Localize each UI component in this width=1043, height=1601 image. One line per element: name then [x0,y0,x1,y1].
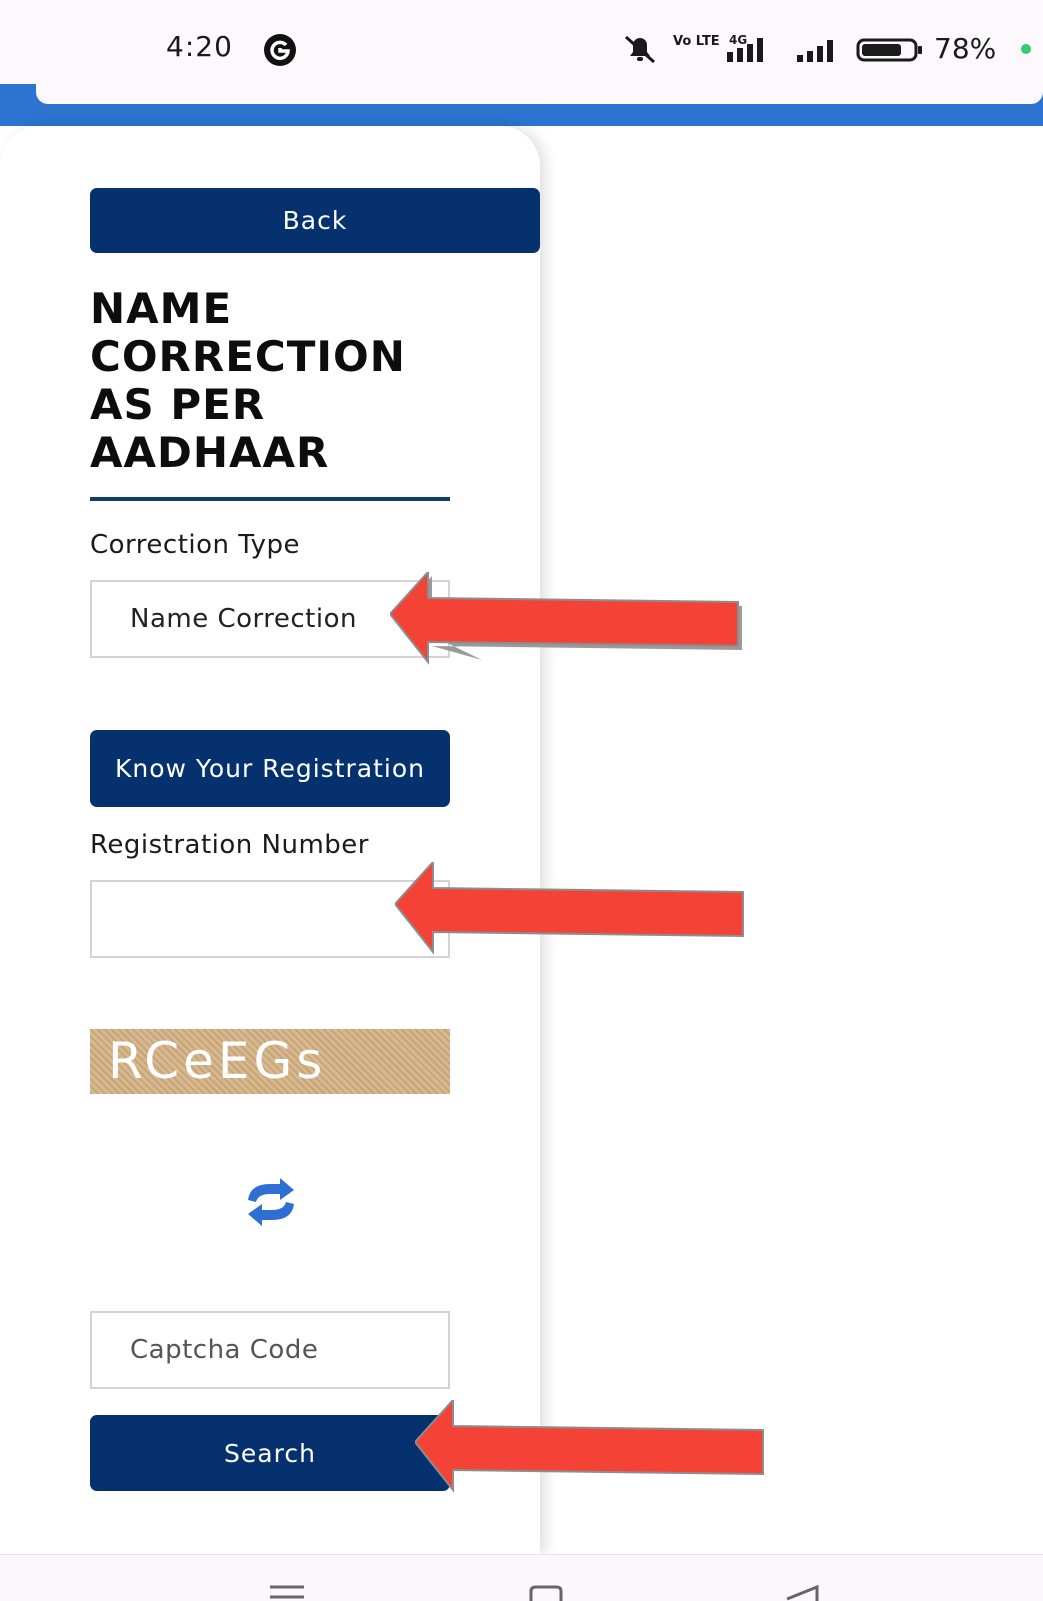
volte-icon: Vo LTE [673,34,720,49]
system-navigation-bar [0,1554,1043,1601]
back-button[interactable]: Back [90,188,540,253]
captcha-text: RCeEGs [108,1032,327,1090]
recent-apps-icon[interactable] [268,1585,306,1601]
status-bar: 4:20 Vo LTE 4G 78% [0,0,1043,84]
home-icon[interactable] [528,1585,564,1601]
annotation-arrow-icon [415,1400,764,1493]
title-underline [90,497,450,501]
annotation-arrow-icon [395,862,744,955]
cellular-4g-signal-icon: 4G [727,34,763,62]
battery-icon [856,38,922,62]
page-title: NAME CORRECTION AS PER AADHAAR [90,284,406,477]
captcha-image: RCeEGs [90,1029,450,1094]
network-type-label: 4G [729,34,747,47]
back-nav-icon[interactable] [783,1585,821,1601]
cellular-signal-icon [797,40,833,62]
correction-type-value: Name Correction [130,604,357,634]
captcha-code-placeholder: Captcha Code [130,1335,319,1365]
search-button[interactable]: Search [90,1415,450,1491]
captcha-code-input[interactable]: Captcha Code [90,1311,450,1389]
correction-type-label: Correction Type [90,530,300,560]
privacy-indicator-dot [1021,44,1031,54]
header-card-edge [36,84,1043,104]
google-g-icon [264,34,296,66]
notifications-muted-icon [625,35,655,64]
battery-percentage: 78% [934,32,997,65]
annotation-arrow-icon [390,572,742,665]
know-your-registration-button[interactable]: Know Your Registration [90,730,450,807]
status-time: 4:20 [166,30,233,63]
registration-number-label: Registration Number [90,830,369,860]
refresh-captcha-icon[interactable] [240,1176,302,1228]
